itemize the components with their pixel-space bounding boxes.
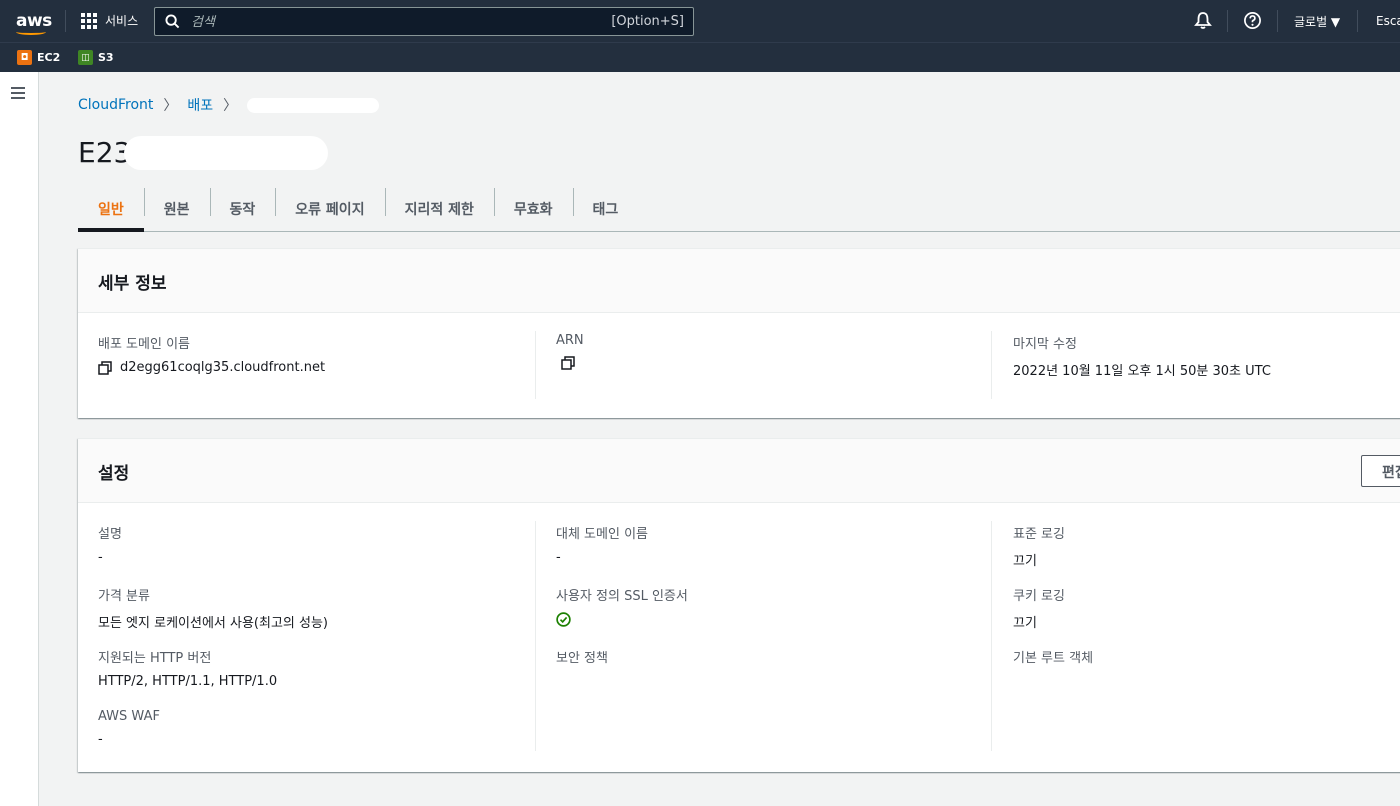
field-label: 사용자 정의 SSL 인증서 [556,589,688,604]
alternate-domain-value: - [556,550,561,565]
default-root-object-field: 기본 루트 객체 [1013,647,1093,666]
redacted-block [124,136,328,170]
description-value: - [98,550,103,565]
tab-origins[interactable]: 원본 [143,186,210,231]
breadcrumb: CloudFront 〉 배포 〉 [78,95,380,115]
s3-icon: ◫ [78,50,93,65]
copy-icon[interactable] [98,360,112,375]
edit-button[interactable]: 편집 [1361,455,1400,487]
tab-tags[interactable]: 태그 [572,186,639,231]
standard-logging-field: 표준 로깅 끄기 [1013,523,1065,569]
http-version-value: HTTP/2, HTTP/1.1, HTTP/1.0 [98,674,278,689]
arn-field: ARN [556,333,584,370]
field-label: 보안 정책 [556,651,608,666]
aws-logo-text: aws [16,11,52,31]
favorite-s3[interactable]: ◫ S3 [78,50,114,65]
help-icon[interactable] [1243,11,1262,30]
favorite-label: EC2 [37,51,61,64]
search-icon [165,14,180,29]
breadcrumb-cloudfront[interactable]: CloudFront [78,97,153,113]
account-menu[interactable]: Escape [1376,14,1400,28]
divider [535,331,536,399]
distribution-domain-value: d2egg61coqlg35.cloudfront.net [120,360,326,375]
search-input[interactable] [189,12,569,32]
favorites-bar: ◘ EC2 ◫ S3 [0,42,1400,72]
distribution-domain-field: 배포 도메인 이름 d2egg61coqlg35.cloudfront.net [98,333,325,375]
divider [65,10,66,32]
tab-behaviors[interactable]: 동작 [209,186,276,231]
field-label: AWS WAF [98,709,160,724]
cookie-logging-field: 쿠키 로깅 끄기 [1013,585,1065,631]
details-panel: 세부 정보 배포 도메인 이름 d2egg61coqlg35.cloudfron… [78,248,1400,418]
divider [1227,10,1228,32]
field-label: 대체 도메인 이름 [556,527,648,542]
services-label: 서비스 [105,14,139,28]
price-class-value: 모든 엣지 로케이션에서 사용(최고의 성능) [98,616,328,631]
field-label: 지원되는 HTTP 버전 [98,651,212,666]
price-class-field: 가격 분류 모든 엣지 로케이션에서 사용(최고의 성능) [98,585,328,631]
ec2-icon: ◘ [17,50,32,65]
alternate-domain-field: 대체 도메인 이름 - [556,523,648,565]
copy-icon[interactable] [561,356,575,370]
success-check-icon [556,612,571,627]
redacted-block [247,97,380,113]
search-bar[interactable]: [Option+S] [154,7,694,36]
notifications-bell-icon[interactable] [1194,11,1212,30]
http-version-field: 지원되는 HTTP 버전 HTTP/2, HTTP/1.1, HTTP/1.0 [98,647,277,689]
standard-logging-value: 끄기 [1013,554,1037,569]
services-menu[interactable]: 서비스 [81,12,138,29]
aws-smile-icon [16,29,46,35]
tab-bar: 일반 원본 동작 오류 페이지 지리적 제한 무효화 태그 [78,186,1400,232]
divider [991,331,992,399]
settings-title: 설정 [98,464,130,484]
side-navigation-rail [0,72,39,806]
field-value [556,356,584,370]
aws-waf-value: - [98,732,103,747]
last-modified-value: 2022년 10월 11일 오후 1시 50분 30초 UTC [1013,364,1271,379]
divider [535,521,536,751]
region-selector[interactable]: 글로벌 ▼ [1294,13,1340,30]
details-header: 세부 정보 [78,249,1400,313]
chevron-right-icon: 〉 [223,98,238,114]
security-policy-field: 보안 정책 [556,647,608,666]
search-shortcut: [Option+S] [611,14,684,29]
settings-panel: 설정 편집 설명 - 가격 분류 모든 엣지 로케이션에서 사용(최고의 성능)… [78,438,1400,772]
field-label: 배포 도메인 이름 [98,337,190,352]
favorite-ec2[interactable]: ◘ EC2 [17,50,60,65]
divider [1277,10,1278,32]
favorite-label: S3 [98,51,114,64]
field-label: ARN [556,333,584,348]
aws-waf-field: AWS WAF - [98,709,160,747]
divider [991,521,992,751]
details-title: 세부 정보 [98,274,167,294]
field-label: 쿠키 로깅 [1013,589,1065,604]
field-value: d2egg61coqlg35.cloudfront.net [98,360,325,375]
tab-geographic-restrictions[interactable]: 지리적 제한 [384,186,494,231]
top-navigation: aws 서비스 [Option+S] 글로벌 ▼ Escape [0,0,1400,42]
description-field: 설명 - [98,523,122,565]
ssl-certificate-field: 사용자 정의 SSL 인증서 [556,585,688,627]
tab-invalidations[interactable]: 무효화 [493,186,573,231]
tab-error-pages[interactable]: 오류 페이지 [275,186,384,231]
chevron-right-icon: 〉 [163,98,178,114]
menu-hamburger-icon[interactable] [11,87,25,102]
field-label: 마지막 수정 [1013,337,1077,352]
field-value [556,612,688,627]
settings-header: 설정 편집 [78,439,1400,503]
cookie-logging-value: 끄기 [1013,616,1037,631]
aws-logo[interactable]: aws [16,11,52,35]
grid-icon [81,12,97,29]
field-label: 가격 분류 [98,589,150,604]
field-label: 표준 로깅 [1013,527,1065,542]
tab-general[interactable]: 일반 [78,186,144,232]
divider [1357,10,1358,32]
field-label: 기본 루트 객체 [1013,651,1094,666]
breadcrumb-distributions[interactable]: 배포 [187,95,213,115]
field-label: 설명 [98,527,122,542]
last-modified-field: 마지막 수정 2022년 10월 11일 오후 1시 50분 30초 UTC [1013,333,1271,379]
